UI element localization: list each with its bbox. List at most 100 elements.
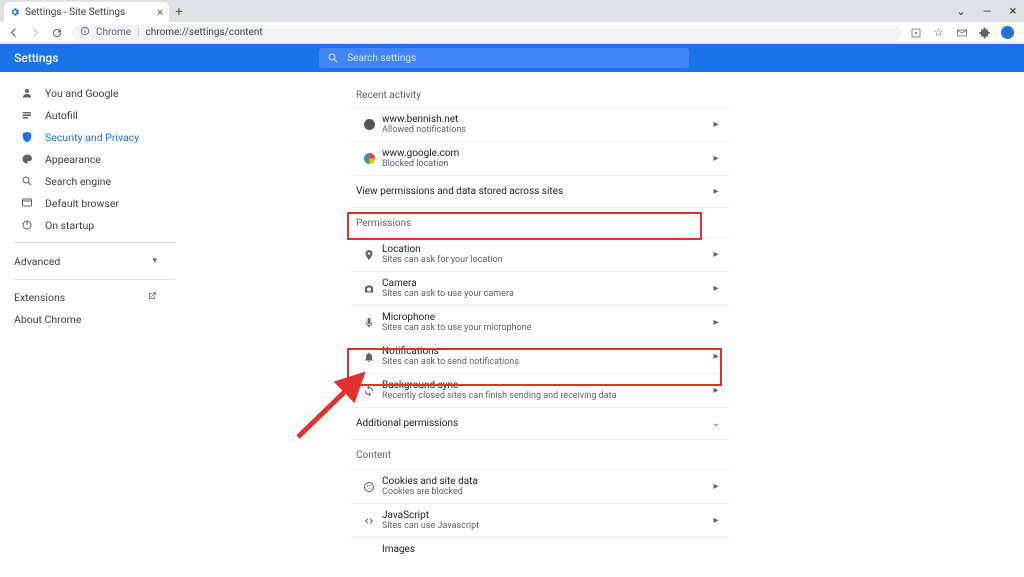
- permission-background-sync-row[interactable]: Background sync Recently closed sites ca…: [350, 373, 730, 407]
- share-icon[interactable]: [909, 26, 922, 39]
- content-sub: Cookies are blocked: [382, 487, 708, 497]
- sidebar-item-search-engine[interactable]: Search engine: [0, 170, 175, 192]
- external-link-icon: [147, 291, 157, 304]
- content-images-row[interactable]: Images: [350, 537, 730, 561]
- close-window-icon[interactable]: ×: [1006, 4, 1020, 19]
- chevron-right-icon: ▸: [708, 186, 724, 197]
- recent-site-row[interactable]: www.bennish.net Allowed notifications ▸: [350, 107, 730, 141]
- sidebar-separator: [14, 242, 175, 243]
- sidebar-item-label: Autofill: [45, 109, 78, 122]
- sidebar-extensions-label: Extensions: [14, 291, 65, 304]
- sidebar-separator: [14, 279, 175, 280]
- person-icon: [20, 87, 33, 100]
- tab-title: Settings - Site Settings: [25, 7, 125, 18]
- permission-location-row[interactable]: Location Sites can ask for your location…: [350, 237, 730, 271]
- chevron-right-icon: ▸: [708, 153, 724, 164]
- content-sub: Sites can use Javascript: [382, 521, 708, 531]
- sidebar-item-you-and-google[interactable]: You and Google: [0, 82, 175, 104]
- permission-title: Microphone: [382, 312, 708, 323]
- settings-search[interactable]: [319, 48, 689, 68]
- additional-permissions-row[interactable]: Additional permissions ⌄: [350, 407, 730, 439]
- sidebar-item-label: Search engine: [45, 175, 111, 188]
- omnibox[interactable]: Chrome | chrome://settings/content: [72, 25, 901, 41]
- sidebar-item-label: Appearance: [45, 153, 101, 166]
- chevron-right-icon: ▸: [708, 283, 724, 294]
- gear-icon: [10, 7, 20, 17]
- chevron-right-icon: ▸: [708, 481, 724, 492]
- permission-sub: Sites can ask to use your camera: [382, 289, 708, 299]
- sidebar-item-security-privacy[interactable]: Security and Privacy: [0, 126, 175, 148]
- content-javascript-row[interactable]: JavaScript Sites can use Javascript ▸: [350, 503, 730, 537]
- sidebar-about-chrome[interactable]: About Chrome: [0, 308, 175, 330]
- permission-microphone-row[interactable]: Microphone Sites can ask to use your mic…: [350, 305, 730, 339]
- site-favicon: [356, 119, 382, 130]
- sidebar-item-label: You and Google: [45, 87, 119, 100]
- content-cookies-row[interactable]: Cookies and site data Cookies are blocke…: [350, 469, 730, 503]
- row-label: View permissions and data stored across …: [356, 182, 708, 201]
- content-heading: Content: [350, 439, 730, 469]
- close-icon[interactable]: ×: [157, 6, 163, 19]
- mail-icon[interactable]: [955, 26, 968, 39]
- code-icon: [356, 515, 382, 527]
- profile-avatar[interactable]: a: [1001, 26, 1014, 39]
- site-info-icon[interactable]: [80, 26, 90, 39]
- sidebar-item-label: On startup: [45, 219, 94, 232]
- tab-strip: Settings - Site Settings × + ⌄ — ×: [0, 0, 1024, 22]
- permission-camera-row[interactable]: Camera Sites can ask to use your camera …: [350, 271, 730, 305]
- sidebar-extensions[interactable]: Extensions: [0, 286, 175, 308]
- row-label: Additional permissions: [356, 414, 708, 433]
- content-title: Images: [382, 544, 724, 555]
- permission-notifications-row[interactable]: Notifications Sites can ask to send noti…: [350, 339, 730, 373]
- sidebar-about-label: About Chrome: [14, 313, 81, 326]
- permission-sub: Sites can ask to use your microphone: [382, 323, 708, 333]
- chevron-right-icon: ▸: [708, 351, 724, 362]
- search-icon: [327, 49, 339, 68]
- chevron-right-icon: ▸: [708, 515, 724, 526]
- browser-icon: [20, 197, 33, 210]
- sidebar-item-autofill[interactable]: Autofill: [0, 104, 175, 126]
- cookie-icon: [356, 481, 382, 493]
- back-button[interactable]: [6, 26, 20, 40]
- content-area: Recent activity www.bennish.net Allowed …: [175, 72, 1024, 577]
- chevron-down-icon[interactable]: ⌄: [954, 5, 968, 18]
- extensions-icon[interactable]: [978, 26, 991, 39]
- reload-button[interactable]: [50, 26, 64, 40]
- search-input[interactable]: [347, 53, 681, 64]
- forward-button[interactable]: [28, 26, 42, 40]
- site-host: www.bennish.net: [382, 114, 708, 125]
- site-favicon: [356, 153, 382, 164]
- sidebar-advanced[interactable]: Advanced ▾: [0, 249, 175, 273]
- toolbar-icons: ☆ a: [909, 26, 1018, 39]
- address-bar: Chrome | chrome://settings/content ☆ a: [0, 22, 1024, 44]
- recent-site-row[interactable]: www.google.com Blocked location ▸: [350, 141, 730, 175]
- sidebar-item-label: Security and Privacy: [45, 131, 139, 144]
- new-tab-button[interactable]: +: [169, 2, 189, 22]
- star-icon[interactable]: ☆: [932, 26, 945, 39]
- sidebar-item-on-startup[interactable]: On startup: [0, 214, 175, 236]
- permission-title: Background sync: [382, 380, 708, 391]
- view-all-permissions-row[interactable]: View permissions and data stored across …: [350, 175, 730, 207]
- permission-sub: Sites can ask for your location: [382, 255, 708, 265]
- sidebar-item-appearance[interactable]: Appearance: [0, 148, 175, 170]
- minimize-icon[interactable]: —: [980, 5, 994, 18]
- permission-title: Location: [382, 244, 708, 255]
- site-host: www.google.com: [382, 148, 708, 159]
- site-settings-card: Recent activity www.bennish.net Allowed …: [350, 72, 730, 577]
- sync-icon: [356, 385, 382, 397]
- chevron-down-icon: ⌄: [708, 418, 724, 429]
- microphone-icon: [356, 317, 382, 329]
- autofill-icon: [20, 109, 33, 122]
- camera-icon: [356, 283, 382, 295]
- permission-sub: Sites can ask to send notifications: [382, 357, 708, 367]
- chevron-right-icon: ▸: [708, 249, 724, 260]
- browser-tab[interactable]: Settings - Site Settings ×: [4, 2, 169, 22]
- sidebar-item-label: Default browser: [45, 197, 119, 210]
- settings-header: Settings: [0, 44, 1024, 72]
- omnibox-path: chrome://settings/content: [146, 27, 263, 38]
- chevron-right-icon: ▸: [708, 119, 724, 130]
- permission-title: Camera: [382, 278, 708, 289]
- sidebar-item-default-browser[interactable]: Default browser: [0, 192, 175, 214]
- chevron-down-icon: ▾: [152, 256, 157, 266]
- permission-title: Notifications: [382, 346, 708, 357]
- window-controls: ⌄ — ×: [954, 0, 1020, 22]
